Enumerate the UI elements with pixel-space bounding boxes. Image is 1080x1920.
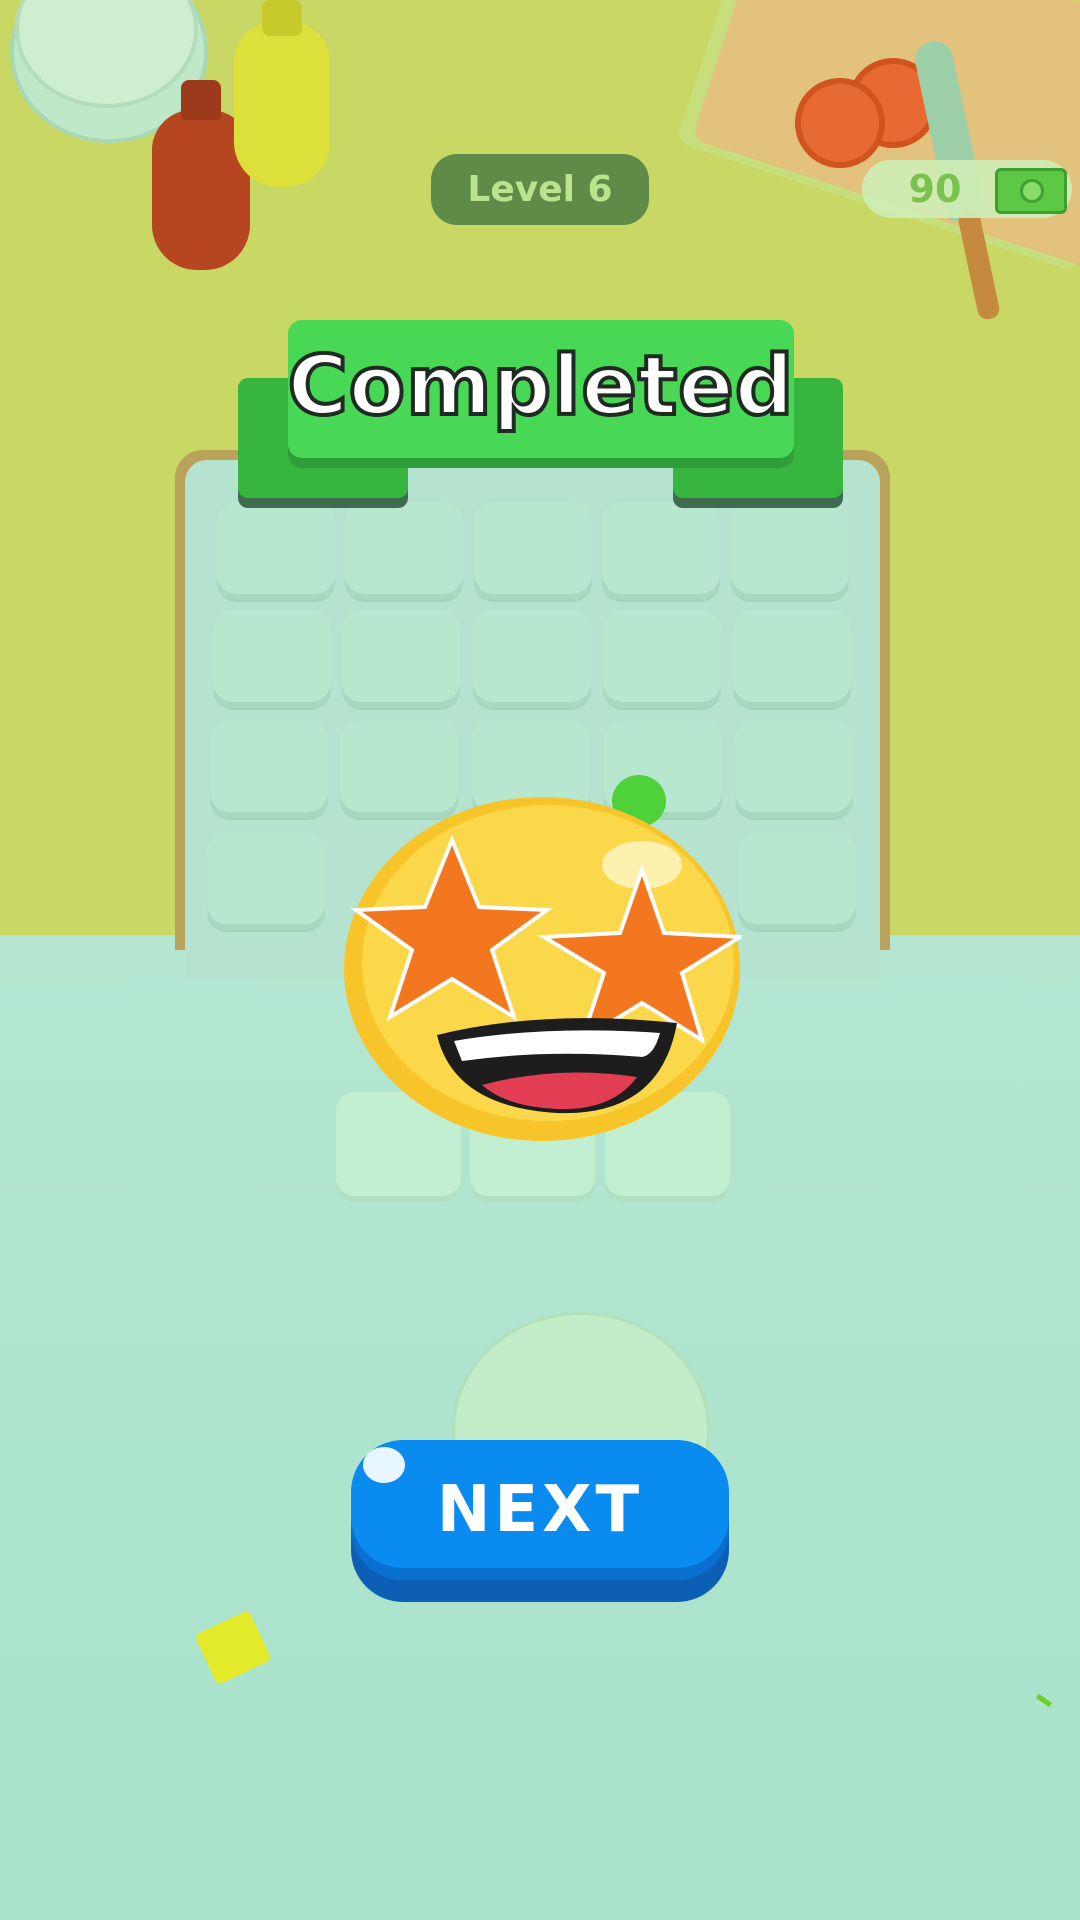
grid-cell[interactable] — [603, 610, 721, 708]
grid-cell[interactable] — [217, 502, 335, 600]
grid-cell[interactable] — [738, 832, 856, 930]
next-button-label: NEXT — [436, 1473, 644, 1547]
cash-icon — [995, 168, 1067, 214]
level-indicator: Level 6 — [431, 154, 649, 225]
grid-cell[interactable] — [474, 502, 592, 600]
grid-cell[interactable] — [731, 502, 849, 600]
grid-cell[interactable] — [210, 720, 328, 818]
completed-title: Completed — [286, 337, 796, 436]
star-struck-emoji — [344, 797, 742, 1141]
next-button-gloss — [363, 1447, 405, 1483]
mustard-cap-icon — [262, 0, 302, 36]
grid-cell[interactable] — [345, 502, 463, 600]
ketchup-cap-icon — [181, 80, 221, 120]
next-button[interactable]: NEXT — [351, 1440, 729, 1580]
grid-cell[interactable] — [213, 610, 331, 708]
grid-cell[interactable] — [733, 610, 851, 708]
grid-cell[interactable] — [735, 720, 853, 818]
mustard-bottle-icon — [234, 22, 330, 187]
grid-cell[interactable] — [207, 832, 325, 930]
level-label: Level 6 — [467, 169, 613, 210]
grid-cell[interactable] — [473, 610, 591, 708]
tomato-slice-icon — [795, 78, 885, 168]
grid-cell[interactable] — [342, 610, 460, 708]
money-value: 90 — [908, 167, 962, 211]
grid-cell[interactable] — [602, 502, 720, 600]
